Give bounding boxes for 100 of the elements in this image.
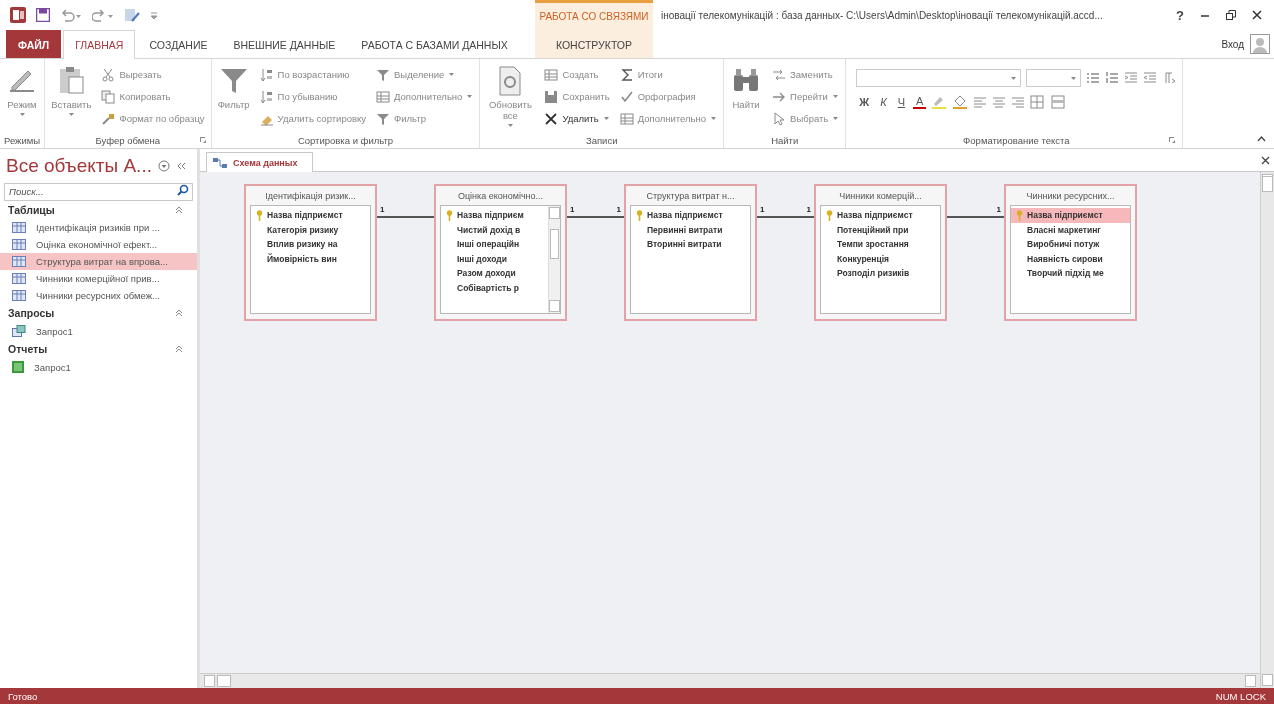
align-center-icon	[992, 95, 1007, 109]
format-button[interactable]: Ч	[894, 96, 909, 108]
search-field[interactable]: Поиск...	[4, 182, 193, 201]
field-item[interactable]: Собівартість р	[441, 280, 548, 295]
field-item[interactable]: Назва підприємст	[1011, 208, 1130, 223]
field-item[interactable]: Власні маркетинг	[1011, 222, 1130, 237]
cross-icon	[544, 111, 559, 126]
status-indicator: NUM LOCK	[1215, 690, 1266, 702]
navigation-item[interactable]: Структура витрат на впрова...	[0, 253, 197, 270]
field-item[interactable]: Вторинні витрати	[631, 237, 750, 252]
indent-icon	[1124, 71, 1139, 85]
relationship-line	[947, 216, 1004, 218]
paint-bucket-icon	[952, 95, 969, 109]
table-window[interactable]: Структура витрат н... Назва підприємст Первинні витрати Вторинні витрати	[624, 184, 757, 321]
table-window[interactable]: Оцінка економічно... Назва підприєм Чистий дохід в Інші операційн Інші доходи Разом доходи Собівартість р	[434, 184, 567, 321]
help-button[interactable]: ?	[1176, 7, 1184, 23]
redo-icon	[92, 8, 114, 22]
format-button[interactable]: К	[877, 96, 890, 108]
table-title: Ідентифікація ризик...	[265, 191, 356, 201]
navigation-item[interactable]: Чинники ресурсних обмеж...	[0, 287, 197, 304]
window-title: іновації телекомунікацій : база данных- C:\Users\Admin\Desktop\іновації телекомунікацій.accd...	[661, 9, 1103, 21]
font-name-field[interactable]	[856, 69, 1022, 87]
grid-icon	[544, 67, 559, 82]
field-item[interactable]: Назва підприєм	[441, 208, 548, 223]
query-icon	[12, 325, 26, 337]
relationship-line	[377, 216, 434, 218]
collapse-pane-icon	[175, 161, 186, 171]
relationship-line	[567, 216, 624, 218]
cardinality-label: 1	[760, 205, 765, 214]
field-item[interactable]: Категорія ризику	[251, 222, 370, 237]
table-title: Оцінка економічно...	[457, 191, 544, 201]
ribbon-tab[interactable]: ВНЕШНИЕ ДАННЫЕ	[221, 30, 348, 58]
section-header[interactable]: Запросы	[8, 307, 55, 319]
group-label: Форматирование текста	[963, 134, 1070, 146]
navigation-item[interactable]: Запрос1	[0, 322, 197, 340]
section-header[interactable]: Таблицы	[8, 204, 55, 216]
collapse-section-icon	[175, 206, 183, 214]
table-window[interactable]: Чинники комерцій... Назва підприємст Потенційний при Темпи зростання Конкуренція Розподіл ризиків	[814, 184, 947, 321]
ribbon-tab[interactable]: РАБОТА С БАЗАМИ ДАННЫХ	[349, 30, 520, 58]
format-button[interactable]: A	[913, 95, 927, 109]
font-size-field[interactable]	[1026, 69, 1082, 87]
sigma-icon	[619, 67, 634, 82]
shaded-rows-icon	[1051, 95, 1068, 109]
field-item[interactable]: Потенційний при	[821, 222, 940, 237]
cardinality-label: 1	[570, 205, 575, 214]
highlighter-icon	[931, 95, 948, 109]
ribbon-tab[interactable]: КОНСТРУКТОР	[535, 30, 653, 58]
group-label: Найти	[771, 134, 799, 146]
table-icon	[12, 273, 26, 284]
navigation-item[interactable]: Запрос1	[0, 358, 197, 376]
field-item[interactable]: Інші операційн	[441, 237, 548, 252]
field-item[interactable]: Первинні витрати	[631, 222, 750, 237]
field-item[interactable]: Наявність сирови	[1011, 251, 1130, 266]
brush-icon	[124, 7, 140, 23]
field-item[interactable]: Конкуренція	[821, 251, 940, 266]
navigation-item[interactable]: Ідентифікація ризиків при ...	[0, 219, 197, 236]
group-label: Режимы	[4, 134, 41, 146]
document-tab[interactable]: Схема данных	[206, 152, 313, 172]
field-item[interactable]: Назва підприємст	[631, 208, 750, 223]
field-item[interactable]: Творчий підхід ме	[1011, 266, 1130, 281]
table-title: Структура витрат н...	[646, 191, 735, 201]
horizontal-scrollbar[interactable]	[200, 673, 1260, 688]
field-item[interactable]: Разом доходи	[441, 266, 548, 281]
ribbon-tab[interactable]: ФАЙЛ	[6, 30, 62, 58]
field-item[interactable]: Темпи зростання	[821, 237, 940, 252]
field-item[interactable]: Чистий дохід в	[441, 222, 548, 237]
table-window[interactable]: Ідентифікація ризик... Назва підприємст Категорія ризику Вплив ризику на Ймовірність вин	[244, 184, 377, 321]
launcher-icon	[1168, 136, 1177, 144]
field-item[interactable]: Вплив ризику на	[251, 237, 370, 252]
section-header[interactable]: Отчеты	[8, 343, 48, 355]
field-item[interactable]: Розподіл ризиків	[821, 266, 940, 281]
table-window[interactable]: Чинники ресурсних... Назва підприємст Власні маркетинг Виробничі потуж Наявність сирови Творчий підхід ме	[1004, 184, 1137, 321]
relationships-icon	[213, 157, 227, 168]
brush-icon	[101, 111, 116, 126]
sign-in-link[interactable]: Вход	[1221, 38, 1244, 50]
collapse-section-icon	[175, 345, 183, 353]
ribbon-tab[interactable]: СОЗДАНИЕ	[137, 30, 220, 58]
table-icon	[12, 239, 26, 250]
grid-icon	[376, 89, 390, 104]
field-item[interactable]: Назва підприємст	[821, 208, 940, 223]
scrollbar[interactable]	[548, 206, 560, 313]
ribbon-button[interactable]: Удалить	[542, 109, 612, 128]
vertical-scrollbar[interactable]	[1260, 172, 1274, 688]
navigation-pane-title: Все объекты A...	[6, 155, 152, 177]
close-icon	[1261, 155, 1270, 165]
customize-icon	[150, 11, 158, 19]
collapse-ribbon-icon	[1257, 136, 1266, 142]
ribbon-tab[interactable]: ГЛАВНАЯ	[63, 30, 136, 59]
field-item[interactable]: Ймовірність вин	[251, 251, 370, 266]
field-item[interactable]: Інші доходи	[441, 251, 548, 266]
navigation-item[interactable]: Оцінка економічної ефект...	[0, 236, 197, 253]
caret-icon	[1010, 75, 1018, 81]
field-item[interactable]: Назва підприємст	[251, 208, 370, 223]
group-label: Записи	[585, 134, 618, 146]
format-button[interactable]: Ж	[856, 96, 873, 108]
field-item[interactable]: Виробничі потуж	[1011, 237, 1130, 252]
swap-icon	[772, 67, 787, 82]
grid-icon	[619, 111, 634, 126]
navigation-item[interactable]: Чинники комерційної прив...	[0, 270, 197, 287]
align-right-icon	[1011, 95, 1026, 109]
